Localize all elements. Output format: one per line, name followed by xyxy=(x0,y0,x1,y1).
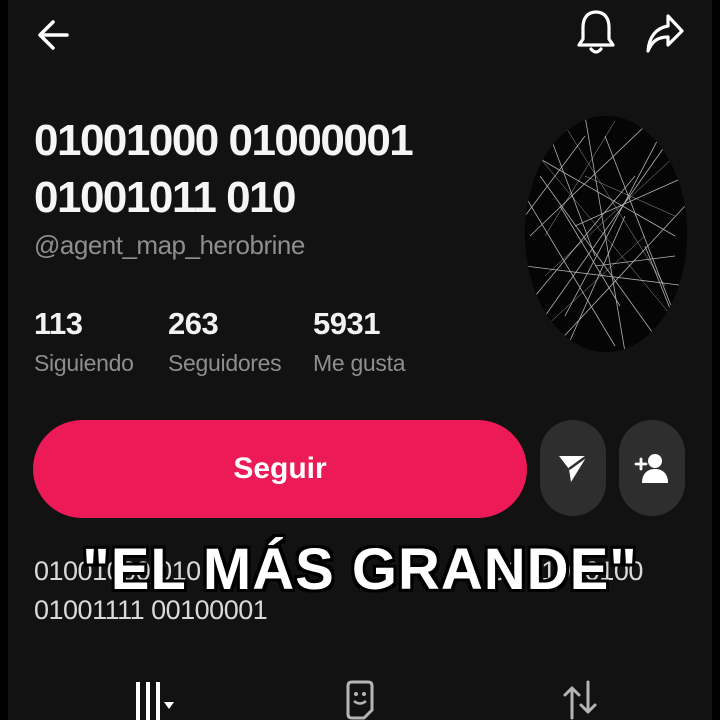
send-message-icon xyxy=(559,454,588,482)
follow-button[interactable]: Seguir xyxy=(33,420,527,518)
message-button[interactable] xyxy=(540,420,606,516)
following-label: Siguiendo xyxy=(34,350,134,376)
right-edge xyxy=(712,0,720,720)
bell-icon xyxy=(577,10,615,54)
followers-label: Seguidores xyxy=(168,350,282,376)
repost-icon xyxy=(563,680,597,720)
tab-favorites[interactable] xyxy=(330,680,390,720)
likes-label: Me gusta xyxy=(313,350,406,376)
profile-screen: 01001000 01000001 01001011 010 @agent_ma… xyxy=(0,0,720,720)
add-friend-icon xyxy=(634,454,668,483)
grid-videos-icon xyxy=(136,682,174,720)
stat-followers[interactable]: 263 Seguidores xyxy=(168,306,282,377)
favorites-icon xyxy=(346,680,374,720)
display-name-line-2: 01001011 010 xyxy=(34,173,296,222)
caption-overlay: "EL MÁS GRANDE" xyxy=(82,537,638,602)
display-name: 01001000 01000001 01001011 010 xyxy=(34,112,454,226)
likes-count: 5931 xyxy=(313,306,380,341)
back-button[interactable] xyxy=(28,10,78,60)
tab-reposts[interactable] xyxy=(550,680,610,720)
tab-videos[interactable] xyxy=(110,680,190,720)
share-arrow-icon xyxy=(646,14,684,53)
following-count: 113 xyxy=(34,306,83,341)
display-name-line-1: 01001000 01000001 xyxy=(34,116,414,165)
username: @agent_map_herobrine xyxy=(34,230,305,260)
stat-likes[interactable]: 5931 Me gusta xyxy=(313,306,406,377)
scratched-black-circle-image xyxy=(525,116,687,352)
followers-count: 263 xyxy=(168,306,219,341)
stat-following[interactable]: 113 Siguiendo xyxy=(34,306,134,377)
left-edge xyxy=(0,0,8,720)
share-button[interactable] xyxy=(640,8,690,60)
arrow-left-icon xyxy=(38,20,69,50)
add-friend-button[interactable] xyxy=(619,420,685,516)
notifications-button[interactable] xyxy=(570,6,622,60)
avatar[interactable] xyxy=(525,116,687,352)
